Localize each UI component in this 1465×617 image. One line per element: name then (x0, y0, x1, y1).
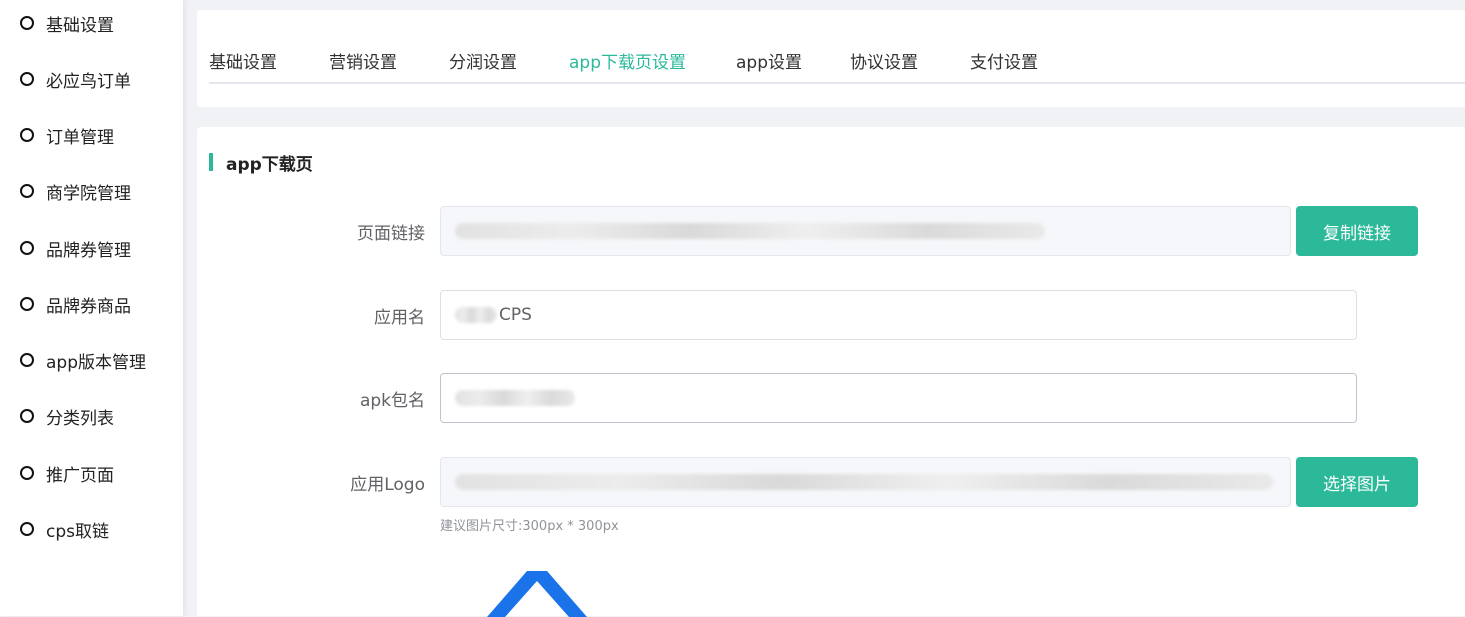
tabs-divider (209, 82, 1465, 84)
apk-package-label: apk包名 (359, 391, 425, 411)
sidebar-item-category-list[interactable]: 分类列表 (20, 404, 114, 429)
image-size-hint: 建议图片尺寸:300px * 300px (440, 519, 619, 534)
copy-link-button[interactable]: 复制链接 (1296, 206, 1418, 256)
sidebar-item-label: 品牌券商品 (46, 296, 131, 317)
page-link-input[interactable] (440, 206, 1291, 256)
sidebar-item-label: 品牌券管理 (46, 240, 131, 261)
sidebar-item-app-version-management[interactable]: app版本管理 (20, 348, 146, 373)
sidebar-item-promotion-page[interactable]: 推广页面 (20, 461, 114, 486)
app-name-redacted (455, 307, 497, 323)
sidebar-item-order-management[interactable]: 订单管理 (20, 123, 114, 148)
circle-icon (20, 466, 34, 480)
circle-icon (20, 353, 34, 367)
section-accent-bar (209, 153, 213, 171)
tab-app-settings[interactable]: app设置 (736, 48, 802, 82)
page-link-label: 页面链接 (357, 224, 425, 244)
tab-app-download-page-settings[interactable]: app下载页设置 (569, 48, 686, 84)
sidebar-item-brand-coupon-products[interactable]: 品牌券商品 (20, 292, 131, 317)
sidebar-item-biyingniao-orders[interactable]: 必应鸟订单 (20, 67, 131, 92)
section-title: app下载页 (209, 152, 313, 175)
app-name-value: CPS (499, 305, 532, 325)
circle-icon (20, 241, 34, 255)
sidebar-item-brand-coupon-management[interactable]: 品牌券管理 (20, 236, 131, 261)
app-logo-preview (487, 571, 587, 617)
apk-package-redacted (455, 390, 575, 406)
sidebar-item-cps-link[interactable]: cps取链 (20, 517, 109, 542)
tab-marketing-settings[interactable]: 营销设置 (329, 48, 397, 82)
app-name-label: 应用名 (374, 308, 425, 328)
tab-payment-settings[interactable]: 支付设置 (970, 48, 1038, 82)
app-logo-input[interactable] (440, 457, 1291, 507)
app-download-form-panel: app下载页 页面链接 复制链接 应用名 CPS apk包名 应用Logo 选择… (197, 127, 1465, 617)
page-link-redacted (455, 223, 1045, 239)
sidebar-item-label: 订单管理 (46, 127, 114, 148)
select-image-button[interactable]: 选择图片 (1296, 457, 1418, 507)
sidebar-item-label: cps取链 (46, 521, 109, 542)
circle-icon (20, 522, 34, 536)
sidebar-item-academy-management[interactable]: 商学院管理 (20, 179, 131, 204)
sidebar: 基础设置 必应鸟订单 订单管理 商学院管理 品牌券管理 品牌券商品 app版本管… (0, 0, 183, 616)
circle-icon (20, 297, 34, 311)
sidebar-item-label: 推广页面 (46, 465, 114, 486)
app-logo-label: 应用Logo (350, 475, 425, 495)
circle-icon (20, 128, 34, 142)
circle-icon (20, 72, 34, 86)
tab-profit-sharing-settings[interactable]: 分润设置 (449, 48, 517, 82)
app-logo-redacted (455, 474, 1273, 490)
sidebar-item-basic-settings[interactable]: 基础设置 (20, 11, 114, 36)
tab-basic-settings[interactable]: 基础设置 (209, 48, 277, 82)
circle-icon (20, 184, 34, 198)
sidebar-item-label: 基础设置 (46, 15, 114, 36)
logo-triangle-shape (487, 571, 587, 617)
apk-package-input[interactable] (440, 373, 1357, 423)
circle-icon (20, 16, 34, 30)
tab-agreement-settings[interactable]: 协议设置 (850, 48, 918, 82)
circle-icon (20, 409, 34, 423)
settings-tabs-panel: 基础设置 营销设置 分润设置 app下载页设置 app设置 协议设置 支付设置 (197, 10, 1465, 107)
app-name-input[interactable]: CPS (440, 290, 1357, 340)
sidebar-item-label: 必应鸟订单 (46, 71, 131, 92)
sidebar-item-label: 分类列表 (46, 408, 114, 429)
section-title-text: app下载页 (226, 154, 313, 175)
sidebar-item-label: app版本管理 (46, 352, 146, 373)
sidebar-item-label: 商学院管理 (46, 183, 131, 204)
